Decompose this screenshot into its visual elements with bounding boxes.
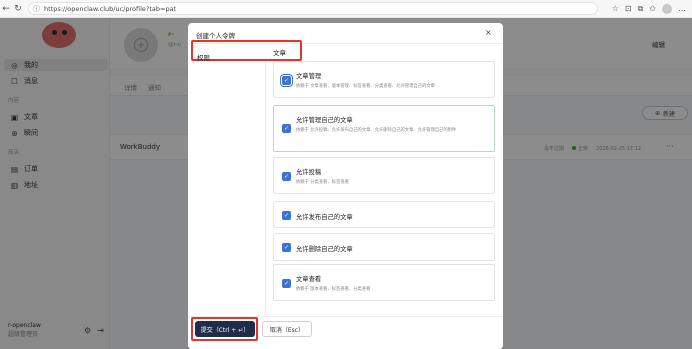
- permission-desc: 依赖于 版本查看、标签查看、分类查看: [296, 287, 371, 292]
- column-divider: [265, 61, 266, 316]
- permission-card[interactable]: ✓ 允许管理自己的文章 依赖于 允许投稿、允许发布自己的文章、允许删除自己的文章…: [273, 105, 495, 152]
- checkbox-checked-icon[interactable]: ✓: [282, 211, 291, 220]
- modal-title: 创建个人令牌: [196, 32, 235, 40]
- permission-title: 允许发布自己的文章: [296, 214, 353, 221]
- permission-title: 允许删除自己的文章: [296, 246, 353, 253]
- permission-title: 允许管理自己的文章: [296, 117, 353, 124]
- permission-title: 允许投稿: [296, 169, 322, 176]
- extension-icon[interactable]: ⧉: [638, 4, 644, 14]
- permission-desc: 依赖于 允许投稿、允许发布自己的文章、允许删除自己的文章、允许管理自己的附件: [296, 128, 457, 133]
- checkbox-checked-icon[interactable]: ✓: [282, 76, 291, 85]
- url-text: https://openclaw.club/uc/profile?tab=pat: [44, 4, 177, 13]
- cancel-button[interactable]: 取消（Esc）: [262, 321, 312, 337]
- permission-title: 文章管理: [296, 73, 322, 80]
- permission-desc: 依赖于 文章查看、版本管理、标签查看、分类查看、允许管理自己的文章: [296, 84, 435, 89]
- close-icon[interactable]: ×: [485, 28, 492, 37]
- permission-header: 权限: [197, 54, 210, 62]
- checkbox-checked-icon[interactable]: ✓: [282, 172, 291, 181]
- back-icon[interactable]: ←: [0, 4, 12, 14]
- checkbox-checked-icon[interactable]: ✓: [282, 279, 291, 288]
- permission-card[interactable]: ✓ 文章查看 依赖于 版本查看、标签查看、分类查看: [273, 264, 495, 301]
- category-label: 文章: [273, 49, 286, 57]
- browser-toolbar: ← ↻ ⓘ https://openclaw.club/uc/profile?t…: [0, 0, 692, 18]
- checkbox-checked-icon[interactable]: ✓: [282, 124, 291, 133]
- permission-desc: 依赖于 分类查看、标签查看: [296, 180, 349, 185]
- favorites-icon[interactable]: ✩: [649, 4, 656, 13]
- permission-card[interactable]: ✓ 允许删除自己的文章: [273, 233, 495, 261]
- submit-button[interactable]: 提交（Ctrl + ↵）: [195, 321, 255, 337]
- permission-card[interactable]: ✓ 文章管理 依赖于 文章查看、版本管理、标签查看、分类查看、允许管理自己的文章: [273, 61, 495, 98]
- menu-icon[interactable]: …: [678, 4, 686, 13]
- profile-avatar-icon[interactable]: [662, 3, 672, 14]
- reader-icon[interactable]: ⊡: [625, 4, 632, 13]
- star-icon[interactable]: ☆: [612, 4, 619, 13]
- permission-card[interactable]: ✓ 允许发布自己的文章: [273, 201, 495, 228]
- address-bar[interactable]: ⓘ https://openclaw.club/uc/profile?tab=p…: [28, 2, 598, 15]
- permission-card[interactable]: ✓ 允许投稿 依赖于 分类查看、标签查看: [273, 157, 495, 194]
- refresh-icon[interactable]: ↻: [12, 4, 24, 14]
- permission-title: 文章查看: [296, 276, 322, 283]
- create-token-modal: 创建个人令牌 × 权限 文章 ✓ 文章管理 依赖于 文章查看、版本管理、标签查看…: [188, 23, 503, 349]
- info-icon[interactable]: ⓘ: [33, 4, 40, 14]
- checkbox-checked-icon[interactable]: ✓: [282, 243, 291, 252]
- browser-actions: ☆ ⊡ ⧉ ✩ …: [612, 3, 692, 14]
